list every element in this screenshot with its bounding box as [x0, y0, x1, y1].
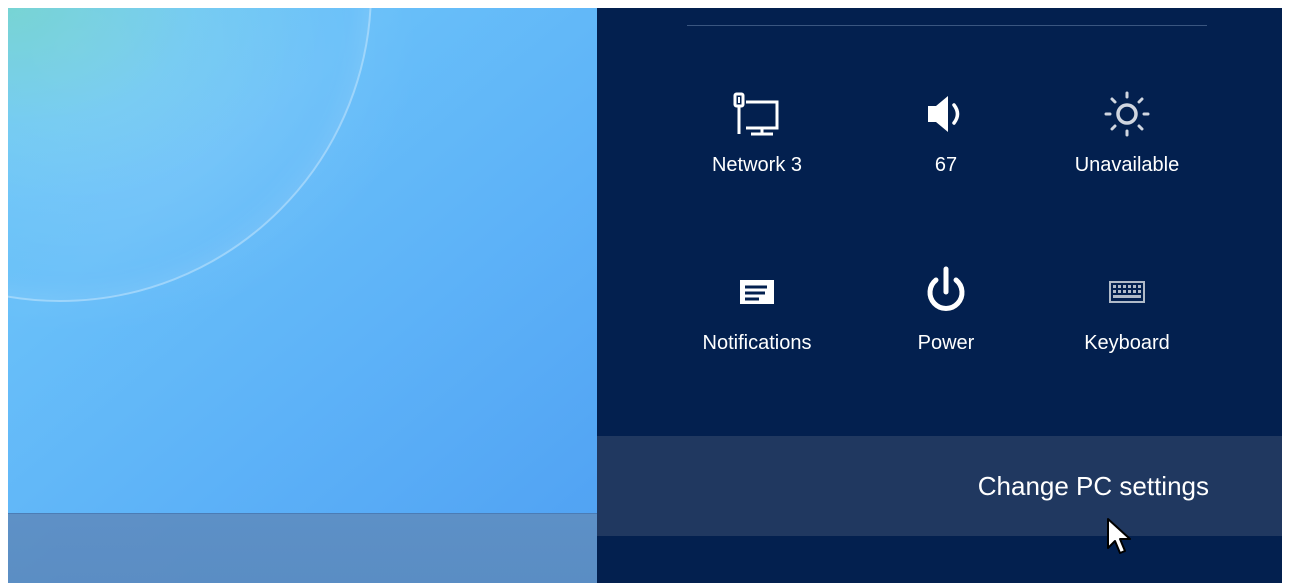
- keyboard-label: Keyboard: [1084, 332, 1170, 354]
- brightness-label: Unavailable: [1074, 154, 1180, 176]
- speaker-icon: [928, 96, 960, 132]
- wallpaper-swoosh: [8, 8, 372, 302]
- volume-button[interactable]: 67: [871, 84, 1021, 204]
- network-label: Network 3: [711, 154, 803, 176]
- power-button[interactable]: Power: [871, 262, 1021, 382]
- keyboard-icon: [1109, 281, 1145, 303]
- screen: Network 3 67 Unavailable Notifications P…: [8, 8, 1282, 583]
- taskbar[interactable]: [8, 513, 597, 583]
- brightness-icon: [1104, 91, 1150, 137]
- change-pc-settings-button[interactable]: Change PC settings: [597, 436, 1282, 536]
- network-icon: [733, 92, 779, 136]
- volume-level-label: 67: [934, 154, 958, 176]
- power-label: Power: [917, 332, 975, 354]
- change-pc-settings-label: Change PC settings: [977, 471, 1209, 501]
- power-icon: [927, 266, 965, 311]
- notifications-icon: [740, 280, 774, 304]
- keyboard-button[interactable]: Keyboard: [1052, 262, 1202, 382]
- network-button[interactable]: Network 3: [682, 84, 832, 204]
- settings-charm-panel: Network 3 67 Unavailable Notifications P…: [597, 8, 1282, 583]
- mouse-pointer-icon: [1107, 518, 1131, 554]
- brightness-button[interactable]: Unavailable: [1052, 84, 1202, 204]
- charm-divider: [687, 25, 1207, 26]
- notifications-button[interactable]: Notifications: [682, 262, 832, 382]
- desktop-background[interactable]: [8, 8, 597, 583]
- notifications-label: Notifications: [702, 332, 812, 354]
